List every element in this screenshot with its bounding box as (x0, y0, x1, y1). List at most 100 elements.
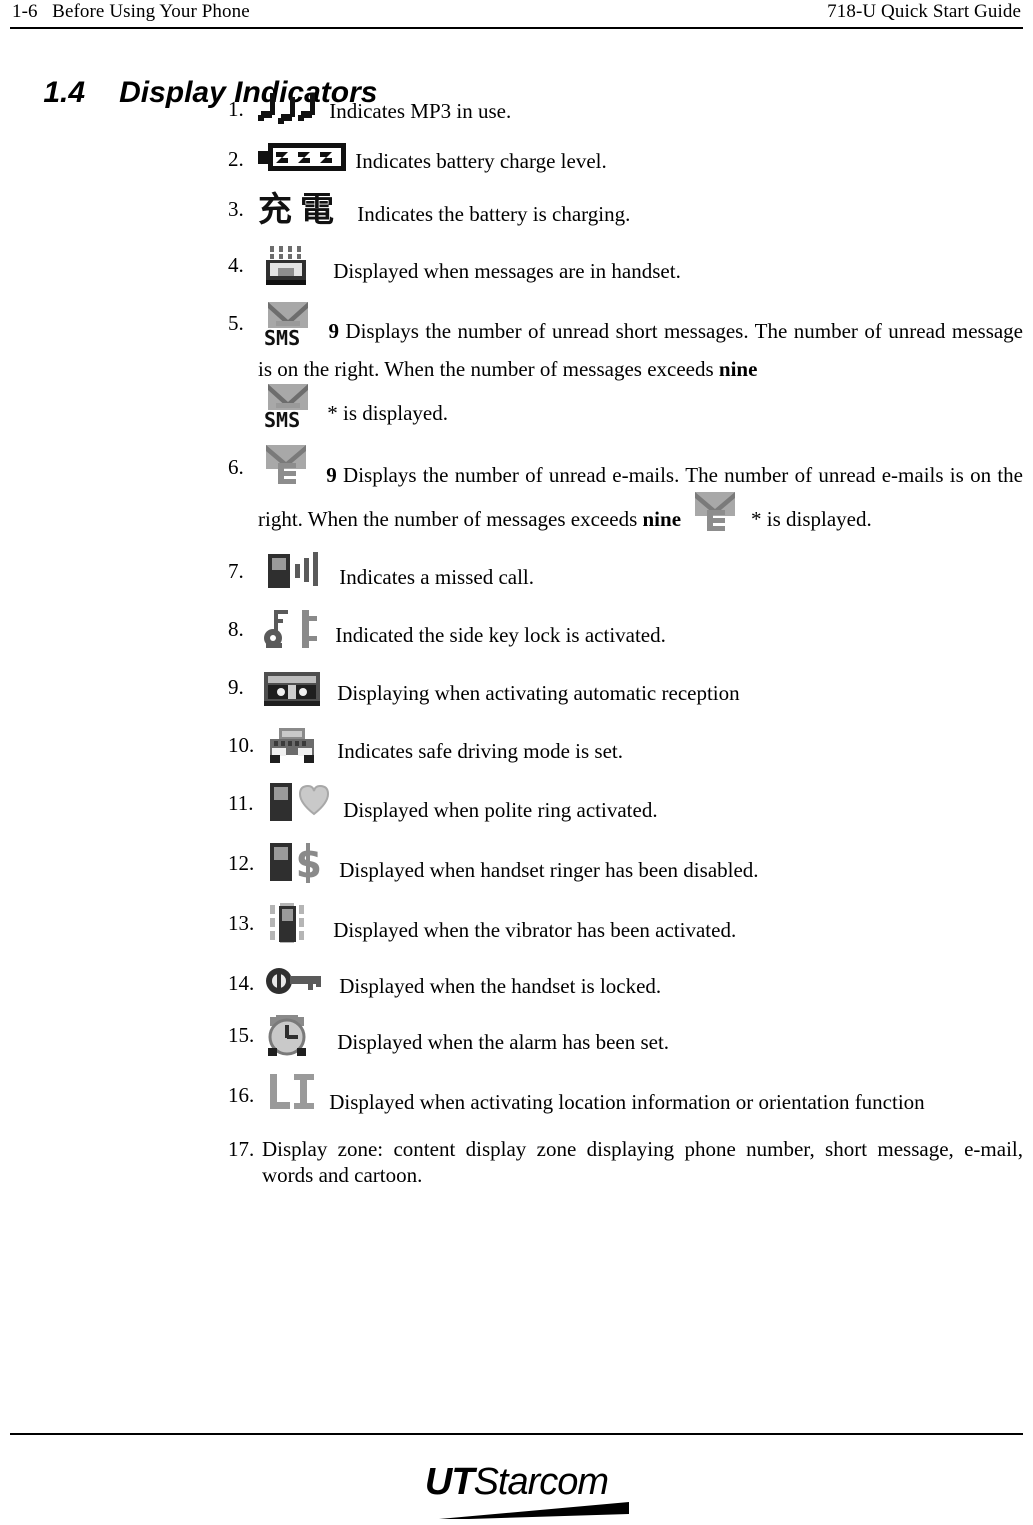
list-item-text: Indicated the side key lock is activated… (335, 622, 666, 647)
list-item-body: Indicates safe driving mode is set. (262, 728, 1023, 774)
list-item-body: Indicated the side key lock is activated… (258, 610, 1023, 658)
list-item: 16. Displayed when activating location i… (228, 1074, 1023, 1126)
list-item: 1. Indicates MP3 in use. (228, 93, 1023, 130)
list-item-body: SMS * is displayed. (258, 384, 1023, 438)
list-item-number: 15. (228, 1023, 255, 1047)
handset-locked-icon (262, 964, 334, 1000)
list-item-number: 2. (228, 147, 244, 171)
list-item-body: 9 Displays the number of unread e-mails.… (258, 445, 1023, 542)
list-item-number: 4. (228, 253, 244, 277)
header-rule (10, 27, 1023, 29)
list-item: 6. 9 Displays the number of unread e-mai… (228, 445, 1023, 542)
auto-reception-icon (258, 668, 332, 710)
list-item-continuation: SMS * is displayed. (228, 384, 1023, 438)
list-item-body: Displayed when the handset is locked. (262, 968, 1023, 1006)
sms-overflow-icon: SMS (258, 384, 322, 430)
list-item-text: Displayed when the handset is locked. (339, 973, 662, 998)
list-item: 8. Indicated the side key lock is activa… (228, 610, 1023, 658)
list-item-body: Display zone: content display zone displ… (262, 1136, 1023, 1188)
list-item-number: 1. (228, 97, 244, 121)
footer-rule (10, 1433, 1023, 1435)
list-item-text: Indicates safe driving mode is set. (337, 738, 624, 763)
list-item: 14. Displayed when the handset is locked… (228, 968, 1023, 1006)
list-item-text: Indicates MP3 in use. (329, 98, 512, 123)
list-item-body: Displayed when activating location infor… (262, 1074, 1023, 1126)
section-number: 1.4 (43, 76, 86, 109)
list-item-text: Displays the number of unread short mess… (258, 318, 1024, 381)
mp3-notes-icon (258, 93, 324, 127)
logo-ut: UT (424, 1461, 475, 1503)
battery-charging-icon: 充 電 (258, 190, 352, 230)
list-item: 11. Displayed when polite ring activated… (228, 783, 1023, 834)
list-item-number: 8. (228, 617, 244, 641)
logo-swoosh-icon (438, 1502, 629, 1520)
brand-logo: UTStarcom (0, 1462, 1033, 1523)
list-item-body: Displayed when messages are in handset. (258, 246, 1023, 294)
list-item-text: * is displayed. (327, 400, 448, 425)
running-head-left: 1-6 Before Using Your Phone (12, 1, 250, 22)
logo-starcom: Starcom (473, 1461, 609, 1503)
list-item: 13. Displayed when the vibrator has been… (228, 903, 1023, 954)
alarm-set-icon (262, 1015, 332, 1059)
list-item-text: Displayed when the vibrator has been act… (333, 917, 737, 942)
list-item: 2. Indicates battery charge level. (228, 143, 1023, 180)
list-item-body: S Displayed when handset ringer has been… (262, 843, 1023, 894)
list-item-body: Displaying when activating automatic rec… (258, 672, 1023, 716)
logo-text: UTStarcom (367, 1462, 667, 1502)
document-page: 1-6 Before Using Your Phone 718-U Quick … (0, 0, 1033, 1519)
list-item-text: Displayed when activating location infor… (329, 1089, 925, 1114)
bold-word: nine (642, 506, 682, 531)
list-item-text: Displaying when activating automatic rec… (337, 680, 740, 705)
list-item-text: Displayed when polite ring activated. (343, 797, 658, 822)
safe-driving-icon (262, 726, 332, 768)
list-item-body: Displayed when polite ring activated. (262, 783, 1023, 834)
list-item-body: Indicates battery charge level. (258, 143, 1023, 180)
list-item-body: 充 電 Indicates the battery is charging. (258, 190, 1023, 236)
list-item-text: Indicates battery charge level. (355, 148, 607, 173)
list-item: 4. Displayed when messages are in handse… (228, 246, 1023, 294)
list-item-number: 14. (228, 971, 255, 995)
list-item-number: 16. (228, 1083, 255, 1107)
list-item-text: Displayed when handset ringer has been d… (339, 857, 759, 882)
list-item-number: 10. (228, 733, 255, 757)
list-item: 15. Displayed when the alarm has been se… (228, 1015, 1023, 1066)
svg-text:充: 充 (258, 190, 292, 230)
list-item-text-a: Displays the number of unread e-mails. T… (258, 462, 1023, 531)
email-unread-icon (258, 445, 320, 491)
polite-ring-icon (262, 783, 338, 827)
location-info-icon (262, 1074, 324, 1118)
svg-text:電: 電 (300, 190, 334, 230)
list-item-number: 6. (228, 455, 244, 479)
svg-text:SMS: SMS (264, 326, 300, 348)
list-item: 12. S Displayed when handset ringer has … (228, 843, 1023, 894)
list-item-number: 12. (228, 851, 255, 875)
list-item: 5. SMS 9 Displays the number of unread s… (228, 302, 1024, 382)
list-item-body: Displayed when the vibrator has been act… (262, 903, 1023, 954)
running-head: 1-6 Before Using Your Phone 718-U Quick … (12, 0, 1021, 30)
list-item-text: Display zone: content display zone displ… (262, 1137, 1023, 1187)
indicator-list: 1. Indicates MP3 in use. 2. Indicates ba… (228, 93, 1024, 1188)
side-key-lock-icon (258, 610, 330, 652)
running-head-right: 718-U Quick Start Guide (827, 1, 1021, 22)
list-item-number: 11. (228, 791, 254, 815)
list-item-number: 17. (228, 1137, 255, 1161)
bold-word: nine (718, 357, 758, 381)
list-item-body: SMS 9 Displays the number of unread shor… (258, 302, 1024, 382)
list-item-text-b: * is displayed. (751, 506, 872, 531)
unread-count: 9 (326, 462, 337, 487)
list-item-number: 13. (228, 911, 255, 935)
unread-count: 9 (328, 318, 339, 343)
ringer-disabled-icon: S (262, 843, 334, 887)
